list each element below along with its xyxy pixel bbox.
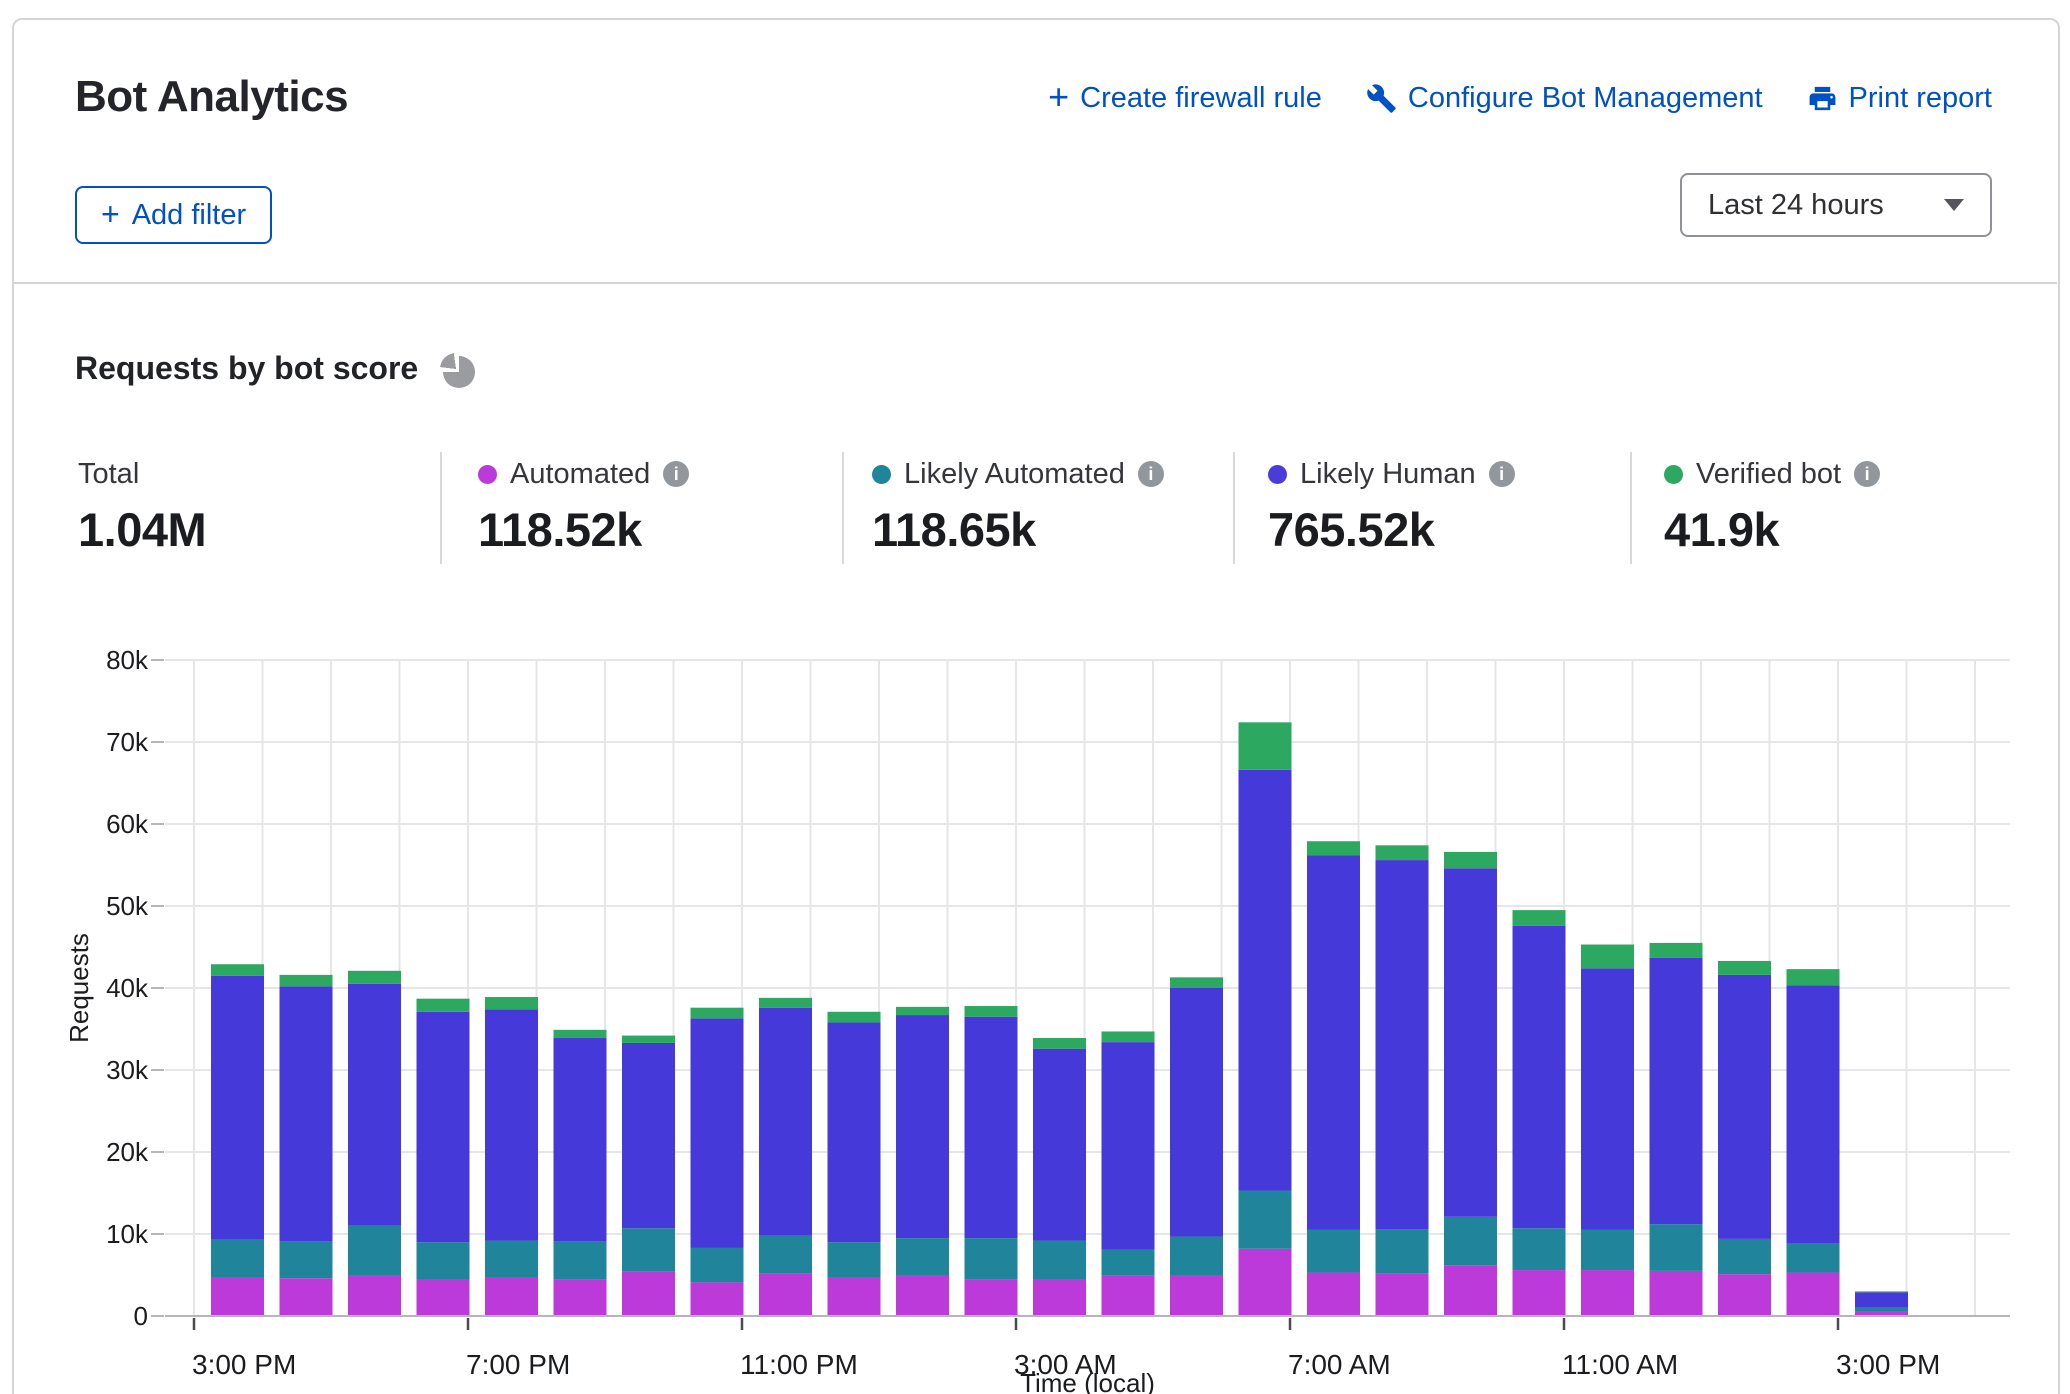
stat-separator xyxy=(1630,452,1632,564)
print-report-label: Print report xyxy=(1849,82,1992,115)
stat-total-label: Total xyxy=(78,458,139,491)
stat-verified-bot: Verified bot i 41.9k xyxy=(1664,458,1880,557)
info-icon[interactable]: i xyxy=(1489,461,1515,487)
stat-likely-human-label: Likely Human xyxy=(1300,458,1476,491)
info-icon[interactable]: i xyxy=(1854,461,1880,487)
stat-total: Total 1.04M xyxy=(78,458,206,557)
automated-legend-dot xyxy=(478,465,497,484)
stat-likely-human: Likely Human i 765.52k xyxy=(1268,458,1515,557)
stat-likely-automated-label: Likely Automated xyxy=(904,458,1125,491)
printer-icon xyxy=(1807,83,1838,114)
stat-verified-bot-label: Verified bot xyxy=(1696,458,1841,491)
likely-automated-legend-dot xyxy=(872,465,891,484)
add-filter-label: Add filter xyxy=(132,199,246,232)
stat-likely-automated-value: 118.65k xyxy=(872,502,1164,557)
stat-likely-automated: Likely Automated i 118.65k xyxy=(872,458,1164,557)
likely-human-legend-dot xyxy=(1268,465,1287,484)
pie-chart-icon xyxy=(443,356,475,388)
plus-icon: + xyxy=(1048,79,1069,115)
page-title: Bot Analytics xyxy=(75,72,348,122)
section-title: Requests by bot score xyxy=(75,350,418,387)
stat-separator xyxy=(440,452,442,564)
info-icon[interactable]: i xyxy=(663,461,689,487)
stat-likely-human-value: 765.52k xyxy=(1268,502,1515,557)
configure-bot-management-link[interactable]: Configure Bot Management xyxy=(1366,82,1763,115)
stat-automated-label: Automated xyxy=(510,458,650,491)
stat-verified-bot-value: 41.9k xyxy=(1664,502,1880,557)
header-actions: + Create firewall rule Configure Bot Man… xyxy=(1048,80,1992,116)
create-firewall-rule-link[interactable]: + Create firewall rule xyxy=(1048,80,1322,116)
stat-automated: Automated i 118.52k xyxy=(478,458,689,557)
stat-total-value: 1.04M xyxy=(78,502,206,557)
stat-automated-value: 118.52k xyxy=(478,502,689,557)
configure-bot-management-label: Configure Bot Management xyxy=(1408,82,1763,115)
section-divider xyxy=(13,282,2057,284)
time-range-select[interactable]: Last 24 hours xyxy=(1680,173,1992,237)
time-range-value: Last 24 hours xyxy=(1708,189,1884,222)
chevron-down-icon xyxy=(1944,199,1964,211)
verified-bot-legend-dot xyxy=(1664,465,1683,484)
stat-separator xyxy=(842,452,844,564)
stat-separator xyxy=(1233,452,1235,564)
create-firewall-rule-label: Create firewall rule xyxy=(1080,82,1322,115)
wrench-icon xyxy=(1366,83,1397,114)
info-icon[interactable]: i xyxy=(1138,461,1164,487)
plus-icon: + xyxy=(101,198,120,230)
bot-analytics-page: Bot Analytics + Create firewall rule Con… xyxy=(0,0,2070,1394)
add-filter-button[interactable]: + Add filter xyxy=(75,186,272,244)
print-report-link[interactable]: Print report xyxy=(1807,82,1992,115)
